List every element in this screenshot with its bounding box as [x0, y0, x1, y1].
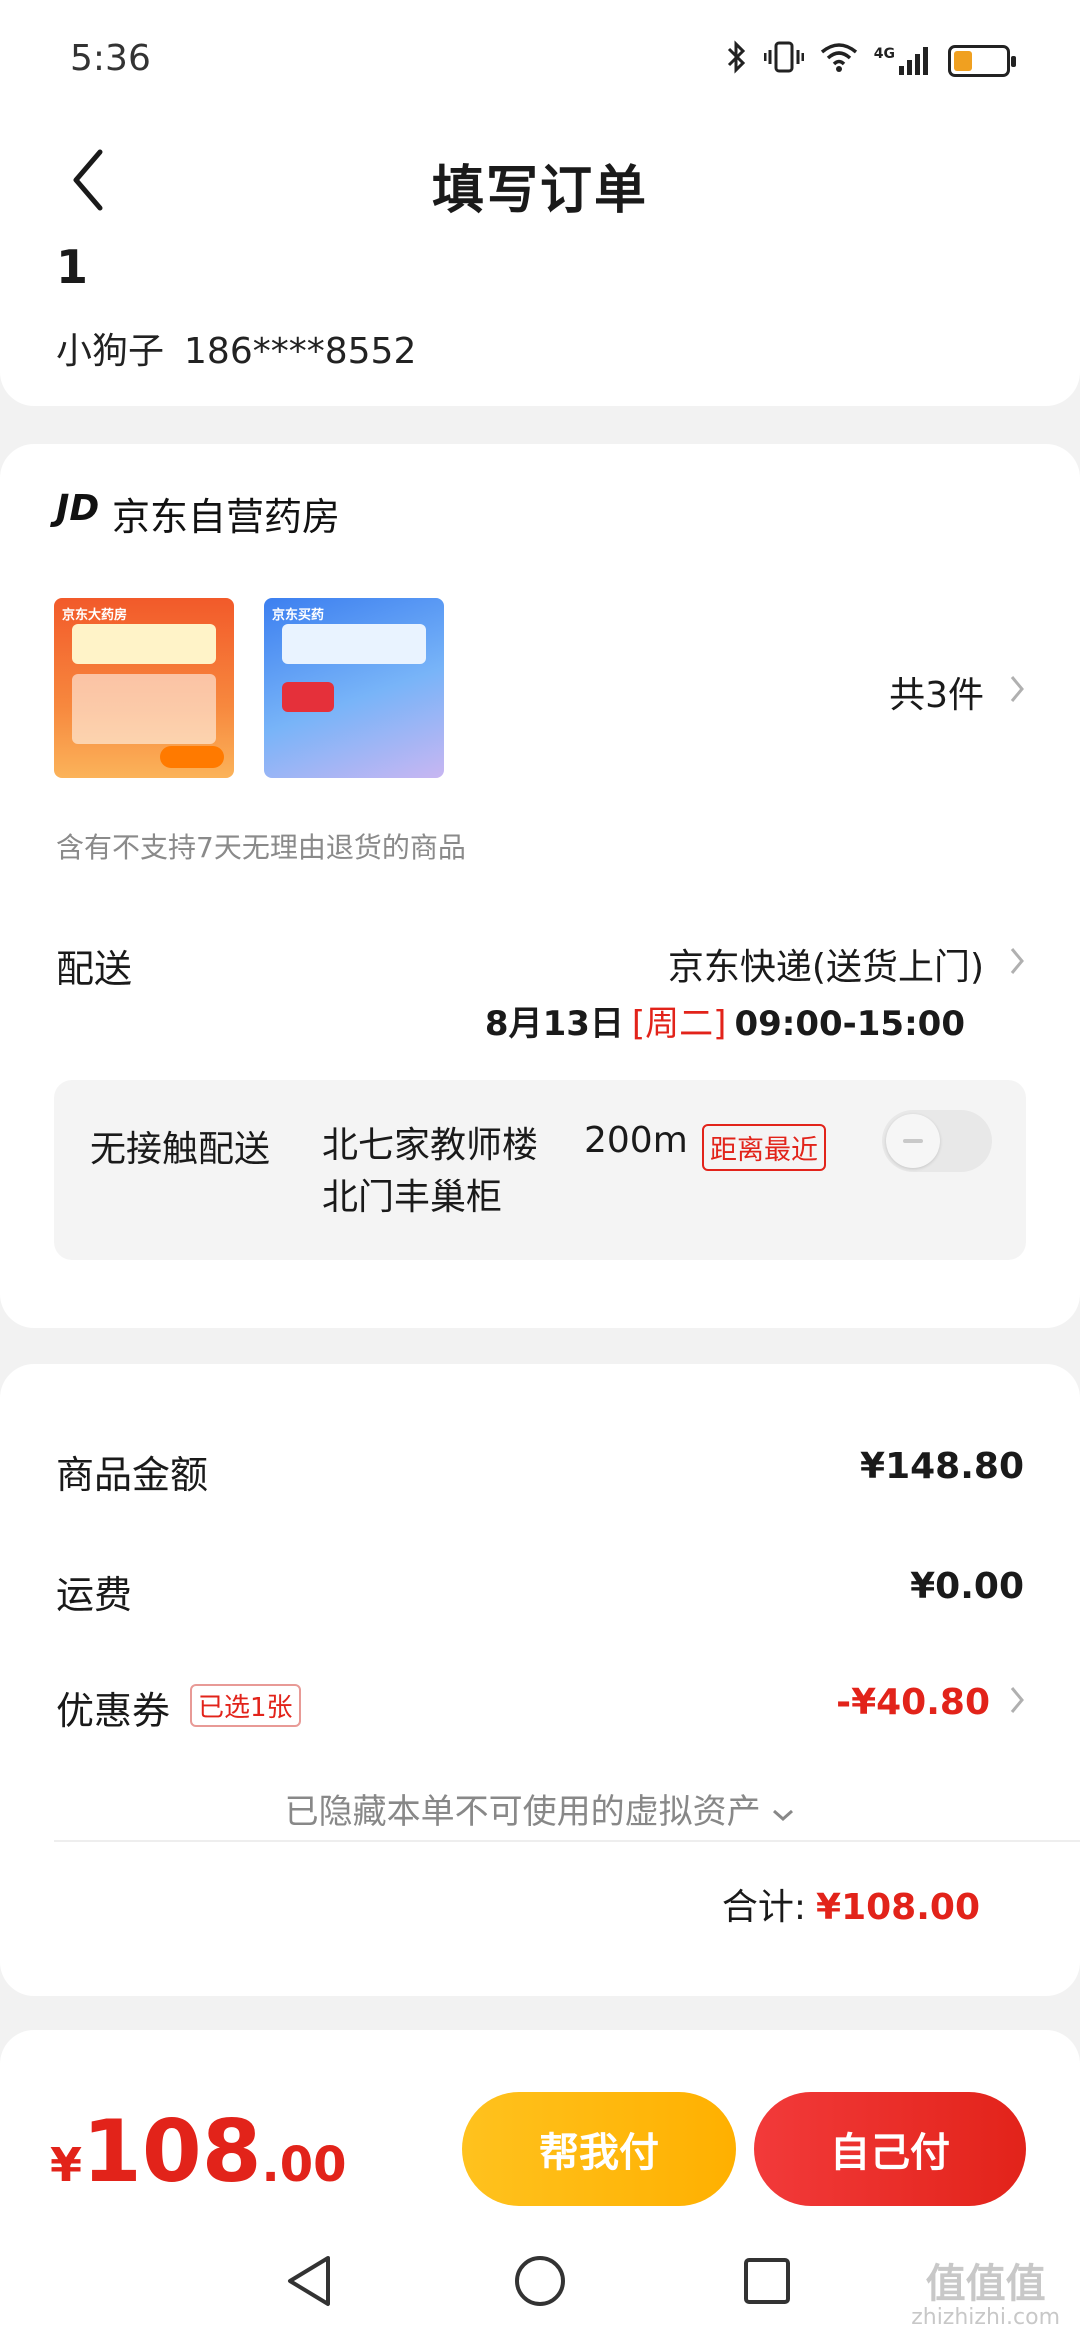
total-value: ¥108.00: [816, 1887, 980, 1928]
help-me-pay-button[interactable]: 帮我付: [462, 2092, 736, 2206]
goods-amount-value: ¥148.80: [860, 1446, 1024, 1487]
pay-amount-integer: 108: [82, 2102, 262, 2202]
coupon-label: 优惠券: [56, 1689, 171, 1733]
toggle-knob: [886, 1114, 940, 1168]
nav-home-icon: [515, 2256, 565, 2306]
contactless-location-line2: 北门丰巢柜: [322, 1177, 503, 1218]
coupon-selected-badge: 已选1张: [190, 1684, 301, 1727]
status-icons: 4G: [726, 40, 1016, 82]
watermark: 值值值 zhizhizhi.com: [911, 2262, 1060, 2330]
chevron-right-icon: [1010, 672, 1024, 712]
item-count: 共3件: [889, 675, 984, 716]
nav-home-button[interactable]: [507, 2248, 573, 2314]
system-nav-bar: 值值值 zhizhizhi.com: [0, 2222, 1080, 2340]
divider: [54, 1840, 1080, 1842]
pay-currency: ¥: [50, 2138, 83, 2192]
contactless-location-line1: 北七家教师楼: [322, 1125, 539, 1166]
nav-recents-icon: [744, 2258, 790, 2304]
battery-icon: [948, 45, 1016, 77]
coupon-row[interactable]: -¥40.80: [836, 1682, 1024, 1723]
chevron-right-icon: [1010, 1683, 1024, 1723]
contactless-delivery-box: 无接触配送 北七家教师楼 北门丰巢柜 200m 距离最近: [54, 1080, 1026, 1260]
product-box: [72, 674, 216, 744]
network-type: 4G: [873, 46, 895, 62]
signal-icon: 4G: [874, 46, 932, 76]
status-time: 5:36: [70, 38, 151, 79]
hidden-assets-text: 已隐藏本单不可使用的虚拟资产: [284, 1792, 761, 1832]
address-line: 1: [56, 240, 89, 294]
product-price-tag: [160, 746, 224, 768]
battery-level: [954, 51, 972, 71]
delivery-weekday: [周二]: [631, 1004, 727, 1044]
nearest-badge: 距离最近: [702, 1124, 826, 1171]
shipping-value: ¥0.00: [910, 1566, 1024, 1607]
delivery-date: 8月13日: [484, 1004, 624, 1044]
pay-myself-button[interactable]: 自己付: [754, 2092, 1026, 2206]
product-image-tag: 京东买药: [272, 608, 325, 623]
return-notice: 含有不支持7天无理由退货的商品: [56, 831, 466, 864]
delivery-time[interactable]: 8月13日 [周二] 09:00-15:00: [485, 996, 965, 1045]
contactless-toggle[interactable]: [882, 1110, 992, 1172]
coupon-value: -¥40.80: [836, 1682, 990, 1723]
item-count-row[interactable]: 共3件: [889, 666, 1024, 718]
delivery-label: 配送: [56, 947, 133, 991]
address-contact: 小狗子 186****8552: [56, 322, 416, 374]
amount-card: 商品金额 ¥148.80 运费 ¥0.00 优惠券 已选1张 -¥40.80 已…: [0, 1364, 1080, 1996]
shipping-label: 运费: [56, 1573, 133, 1617]
nav-back-icon: [288, 2256, 330, 2306]
product-image-2[interactable]: 京东买药: [264, 598, 444, 778]
bluetooth-icon: [726, 40, 748, 82]
jd-logo: JD: [56, 488, 100, 529]
goods-amount-label: 商品金额: [56, 1453, 209, 1497]
watermark-subtext: zhizhizhi.com: [911, 2305, 1060, 2330]
contactless-label: 无接触配送: [90, 1129, 271, 1170]
address-card[interactable]: 1 小狗子 186****8552: [0, 240, 1080, 406]
delivery-method: 京东快递(送货上门): [667, 947, 984, 988]
page-title: 填写订单: [431, 161, 648, 221]
total-row: 合计: ¥108.00: [722, 1878, 980, 1930]
nav-recents-button[interactable]: [734, 2248, 800, 2314]
chevron-right-icon: [1010, 944, 1024, 984]
delivery-method-row[interactable]: 京东快递(送货上门): [668, 938, 1024, 990]
product-image-1[interactable]: 京东大药房: [54, 598, 234, 778]
watermark-text: 值值值: [925, 2261, 1046, 2307]
vibrate-icon: [763, 40, 805, 82]
pay-amount-decimal: .00: [261, 2137, 347, 2193]
contactless-location: 北七家教师楼 北门丰巢柜: [322, 1120, 538, 1224]
contactless-distance: 200m: [584, 1120, 688, 1161]
total-label: 合计:: [721, 1887, 807, 1928]
nav-back-button[interactable]: [276, 2248, 342, 2314]
wifi-icon: [820, 42, 858, 80]
store-card: JD 京东自营药房 京东大药房 京东买药 共3件 含有不支持7天无理由退货的商品…: [0, 444, 1080, 1328]
delivery-window: 09:00-15:00: [734, 1004, 965, 1044]
product-price-tag: [282, 682, 334, 712]
header: 填写订单: [0, 120, 1080, 240]
product-banner: [282, 624, 426, 664]
product-banner: [72, 624, 216, 664]
recipient-name: 小狗子: [56, 331, 165, 372]
store-name: 京东自营药房: [112, 495, 341, 539]
hidden-assets-toggle[interactable]: 已隐藏本单不可使用的虚拟资产: [0, 1784, 1080, 1833]
bottom-pay-bar: ¥108.00 帮我付 自己付: [0, 2072, 1080, 2222]
chevron-down-icon: [771, 1792, 795, 1832]
product-image-tag: 京东大药房: [62, 608, 128, 623]
status-bar: 5:36 4G: [0, 0, 1080, 120]
recipient-phone: 186****8552: [184, 331, 417, 372]
pay-amount: ¥108.00: [50, 2102, 347, 2202]
